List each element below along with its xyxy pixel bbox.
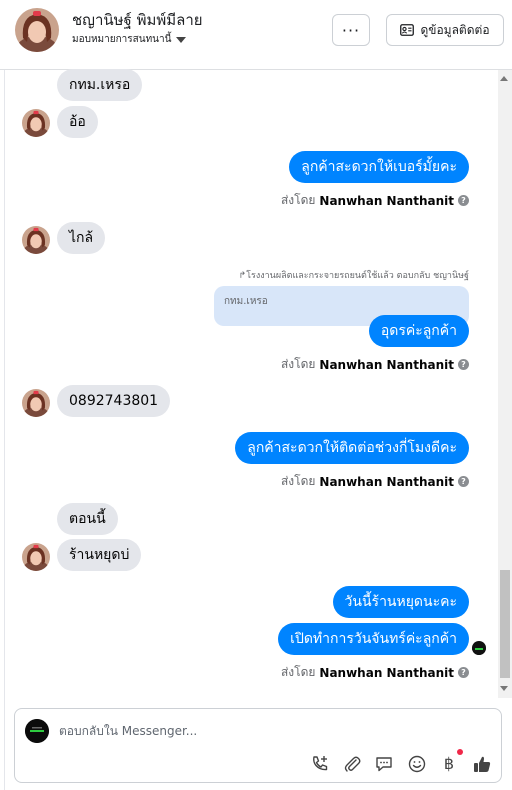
scroll-down-arrow-icon[interactable] xyxy=(500,686,508,691)
emoji-icon[interactable] xyxy=(406,753,428,775)
attachment-icon[interactable] xyxy=(341,753,363,775)
notification-dot xyxy=(457,749,463,755)
sent-by-prefix: ส่งโดย xyxy=(280,357,316,371)
contact-card-icon xyxy=(400,24,415,36)
reply-input[interactable] xyxy=(59,719,479,743)
incoming-message[interactable]: ร้านหยุดบ่ xyxy=(57,539,142,571)
page-avatar xyxy=(25,719,49,743)
reply-context-text: โรงงานผลิตและกระจายรถยนต์ใช้แล้ว ตอบกลับ… xyxy=(246,271,469,281)
contact-avatar[interactable] xyxy=(15,8,59,52)
incoming-message[interactable]: 0892743801 xyxy=(57,385,171,417)
sent-by-prefix: ส่งโดย xyxy=(280,665,316,679)
saved-reply-icon[interactable] xyxy=(373,753,395,775)
contact-avatar-small xyxy=(22,109,50,137)
help-icon[interactable]: ? xyxy=(458,359,469,370)
scroll-up-arrow-icon[interactable] xyxy=(500,76,508,81)
contact-avatar-small xyxy=(22,543,50,571)
sent-by-label: ส่งโดย Nanwhan Nanthanit ? xyxy=(281,355,469,374)
sent-by-label: ส่งโดย Nanwhan Nanthanit ? xyxy=(281,472,469,491)
message-composer: ฿ xyxy=(14,708,502,783)
outgoing-message[interactable]: อุดรค่ะลูกค้า xyxy=(368,315,469,347)
outgoing-message[interactable]: ลูกค้าสะดวกให้เบอร์มั้ยคะ xyxy=(289,151,469,183)
ellipsis-icon: ··· xyxy=(341,20,361,40)
view-contact-info-button[interactable]: ดูข้อมูลติดต่อ xyxy=(386,14,504,46)
outgoing-message[interactable]: เปิดทำการวันจันทร์ค่ะลูกค้า xyxy=(278,623,469,655)
contact-avatar-small xyxy=(22,226,50,254)
help-icon[interactable]: ? xyxy=(458,667,469,678)
like-icon[interactable] xyxy=(471,753,493,775)
baht-icon[interactable]: ฿ xyxy=(438,753,460,775)
contact-avatar-small xyxy=(22,389,50,417)
sender-name: Nanwhan Nanthanit xyxy=(319,357,454,372)
sent-by-prefix: ส่งโดย xyxy=(280,474,316,488)
more-options-button[interactable]: ··· xyxy=(332,14,370,46)
incoming-message[interactable]: ไกล้ xyxy=(57,222,106,254)
sent-by-prefix: ส่งโดย xyxy=(280,193,316,207)
sent-by-label: ส่งโดย Nanwhan Nanthanit ? xyxy=(281,663,469,682)
help-icon[interactable]: ? xyxy=(458,476,469,487)
assign-conversation-dropdown[interactable]: มอบหมายการสนทนานี้ xyxy=(72,32,187,47)
reply-context-note: ↱โรงงานผลิตและกระจายรถยนต์ใช้แล้ว ตอบกลั… xyxy=(239,268,469,282)
seen-indicator-avatar xyxy=(472,641,486,655)
sent-by-label: ส่งโดย Nanwhan Nanthanit ? xyxy=(281,191,469,210)
scrollbar-thumb[interactable] xyxy=(500,570,510,678)
sender-name: Nanwhan Nanthanit xyxy=(319,474,454,489)
outgoing-message[interactable]: วันนี้ร้านหยุดนะคะ xyxy=(332,586,469,618)
incoming-message[interactable]: อ้อ xyxy=(57,106,98,138)
help-icon[interactable]: ? xyxy=(458,195,469,206)
phone-add-icon[interactable] xyxy=(309,753,331,775)
outgoing-message[interactable]: ลูกค้าสะดวกให้ติดต่อช่วงกี่โมงดีคะ xyxy=(235,432,469,464)
view-contact-info-label: ดูข้อมูลติดต่อ xyxy=(420,22,490,37)
sender-name: Nanwhan Nanthanit xyxy=(319,665,454,680)
contact-name: ชญานิษฐ์ พิมพ์มีลาย xyxy=(72,11,203,29)
assign-label: มอบหมายการสนทนานี้ xyxy=(72,34,172,45)
quoted-message-text: กทม.เหรอ xyxy=(224,296,268,307)
incoming-message[interactable]: กทม.เหรอ xyxy=(57,69,143,101)
sender-name: Nanwhan Nanthanit xyxy=(319,193,454,208)
conversation-header: ชญานิษฐ์ พิมพ์มีลาย มอบหมายการสนทนานี้ ·… xyxy=(0,0,512,70)
chevron-down-icon xyxy=(176,36,187,43)
panel-divider xyxy=(4,70,5,790)
incoming-message[interactable]: ตอนนี้ xyxy=(57,503,118,535)
